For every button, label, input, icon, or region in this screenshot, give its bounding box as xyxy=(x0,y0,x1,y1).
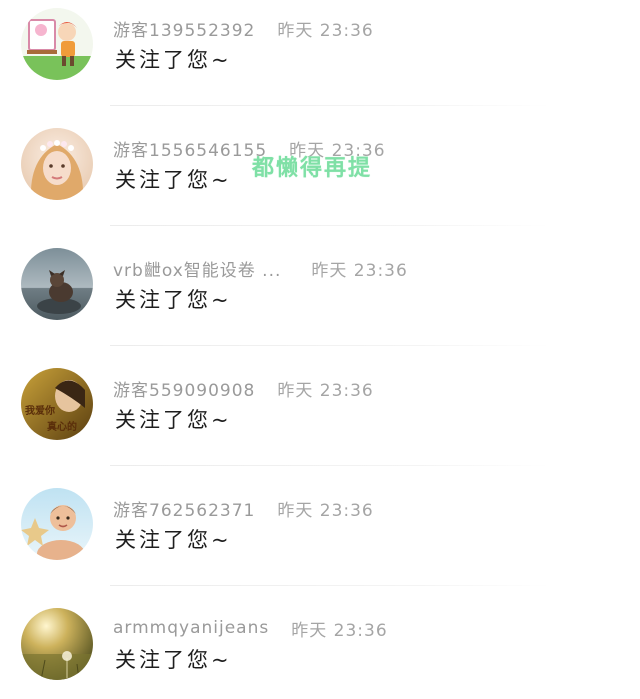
notification-row[interactable]: 游客139552392 昨天 23:36 关注了您~ xyxy=(0,0,640,106)
notification-message: 关注了您~ xyxy=(115,288,232,312)
username[interactable]: 游客762562371 xyxy=(113,496,255,521)
notification-message: 关注了您~ xyxy=(115,168,232,192)
notification-list: 游客139552392 昨天 23:36 关注了您~ 游客1556546155 … xyxy=(0,0,640,699)
timestamp: 昨天 23:36 xyxy=(291,620,388,641)
timestamp: 昨天 23:36 xyxy=(277,380,374,401)
timestamp: 昨天 23:36 xyxy=(311,260,408,281)
username[interactable]: 游客139552392 xyxy=(113,16,255,41)
notification-row[interactable]: armmqyanijeans 昨天 23:36 关注了您~ xyxy=(0,586,640,699)
username[interactable]: vrb齛ox智能设卷 ... xyxy=(113,256,281,281)
boy-with-starfish-avatar-icon xyxy=(21,488,93,560)
notification-meta: 游客559090908 昨天 23:36 xyxy=(113,376,374,401)
timestamp: 昨天 23:36 xyxy=(277,500,374,521)
watermark-text: 都懒得再提 xyxy=(252,156,373,181)
dog-on-rock-avatar-icon xyxy=(21,248,93,320)
notification-message: 关注了您~ xyxy=(115,48,232,72)
notification-meta: armmqyanijeans 昨天 23:36 xyxy=(113,616,388,641)
avatar[interactable] xyxy=(21,248,93,320)
username[interactable]: 游客1556546155 xyxy=(113,136,267,161)
username[interactable]: 游客559090908 xyxy=(113,376,255,401)
notification-message: 关注了您~ xyxy=(115,408,232,432)
cartoon-girl-avatar-icon xyxy=(21,8,93,80)
notification-row[interactable]: 游客762562371 昨天 23:36 关注了您~ xyxy=(0,466,640,586)
notification-message: 关注了您~ xyxy=(115,528,232,552)
avatar[interactable]: 我爱你 真心的 xyxy=(21,368,93,440)
blonde-girl-avatar-icon xyxy=(21,128,93,200)
timestamp: 昨天 23:36 xyxy=(277,20,374,41)
notification-message: 关注了您~ xyxy=(115,648,232,672)
avatar[interactable] xyxy=(21,128,93,200)
avatar[interactable] xyxy=(21,608,93,680)
woman-with-text-avatar-icon: 我爱你 真心的 xyxy=(21,368,93,440)
avatar[interactable] xyxy=(21,488,93,560)
notification-meta: 游客762562371 昨天 23:36 xyxy=(113,496,374,521)
sunset-dandelion-avatar-icon xyxy=(21,608,93,680)
notification-row[interactable]: 我爱你 真心的 游客559090908 昨天 23:36 关注了您~ xyxy=(0,346,640,466)
avatar-text-line1: 我爱你 xyxy=(25,404,55,417)
notification-row[interactable]: vrb齛ox智能设卷 ... 昨天 23:36 关注了您~ xyxy=(0,226,640,346)
username[interactable]: armmqyanijeans xyxy=(113,618,269,638)
notification-meta: vrb齛ox智能设卷 ... 昨天 23:36 xyxy=(113,256,408,281)
avatar[interactable] xyxy=(21,8,93,80)
notification-meta: 游客139552392 昨天 23:36 xyxy=(113,16,374,41)
avatar-text-line2: 真心的 xyxy=(47,420,77,433)
